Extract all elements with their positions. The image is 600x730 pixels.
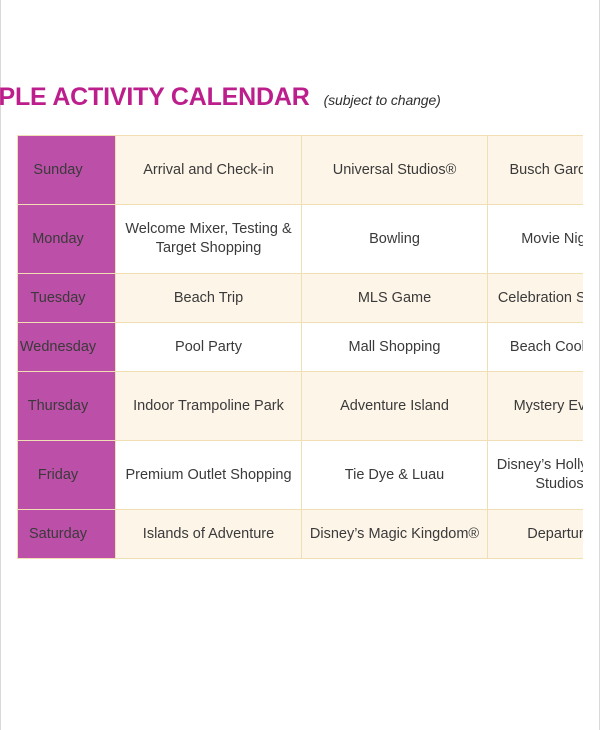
page-subtitle: (subject to change) [323, 92, 441, 108]
table-row: Saturday Islands of Adventure Disney’s Mag… [17, 509, 583, 559]
day-cell-monday: Monday [17, 204, 116, 274]
day-cell-thursday: Thursday [17, 371, 116, 441]
day-label: Wednesday [19, 338, 97, 355]
calendar-body: Sunday Arrival and Check-in Universal Stud… [17, 135, 583, 559]
activity-cell: Beach Cookout [487, 322, 583, 372]
activity-cell: Departure [487, 509, 583, 559]
activity-cell: Arrival and Check-in [115, 135, 302, 205]
calendar-table: Sunday Arrival and Check-in Universal Stud… [17, 135, 583, 559]
table-row: Tuesday Beach TripMLS GameCelebration Sta… [17, 273, 583, 323]
activity-cell: Disney’s Magic Kingdom® [301, 509, 488, 559]
day-cell-tuesday: Tuesday [17, 273, 116, 323]
table-row: Sunday Arrival and Check-in Universal Stud… [17, 135, 583, 205]
activity-cell: Islands of Adventure [115, 509, 302, 559]
day-label: Saturday [28, 525, 88, 542]
day-cell-friday: Friday [17, 440, 116, 510]
activity-cell: Mall Shopping [301, 322, 488, 372]
table-row: Wednesday Pool Party Mall Shopping Beach Co… [17, 322, 583, 372]
activity-cell: Premium Outlet Shopping [115, 440, 302, 510]
activity-cell: Beach Trip [115, 273, 302, 323]
activity-cell: Mystery Event [487, 371, 583, 441]
day-cell-saturday: Saturday [17, 509, 116, 559]
activity-cell: Pool Party [115, 322, 302, 372]
activity-cell: Bowling [301, 204, 488, 274]
activity-calendar: Sunday Arrival and Check-in Universal Stud… [17, 135, 583, 559]
title-block: AMPLE ACTIVITY CALENDAR (subject to chan… [0, 83, 600, 112]
day-label: Thursday [27, 397, 89, 414]
day-label: Friday [37, 466, 79, 483]
page-title: AMPLE ACTIVITY CALENDAR [0, 83, 310, 111]
activity-cell: Celebration Station [487, 273, 583, 323]
table-row: Monday Welcome Mixer, Testing & Target Sh… [17, 204, 583, 274]
activity-cell: Welcome Mixer, Testing & Target Shopping [115, 204, 302, 274]
activity-cell: Tie Dye & Luau [301, 440, 488, 510]
table-row: Thursday Indoor Trampoline Park Adventure … [17, 371, 583, 441]
day-label: Tuesday [30, 289, 86, 306]
activity-cell: Indoor Trampoline Park [115, 371, 302, 441]
day-cell-sunday: Sunday [17, 135, 116, 205]
activity-cell: MLS Game [301, 273, 488, 323]
activity-cell: Disney’s Hollywood Studios [487, 440, 583, 510]
day-cell-wednesday: Wednesday [17, 322, 116, 372]
activity-cell: Busch Gardens [487, 135, 583, 205]
table-row: Friday Premium Outlet Shopping Tie Dye & L… [17, 440, 583, 510]
day-label: Monday [32, 230, 84, 247]
activity-cell: Adventure Island [301, 371, 488, 441]
day-label: Sunday [33, 161, 83, 178]
activity-cell: Movie Night [487, 204, 583, 274]
activity-cell: Universal Studios® [301, 135, 488, 205]
